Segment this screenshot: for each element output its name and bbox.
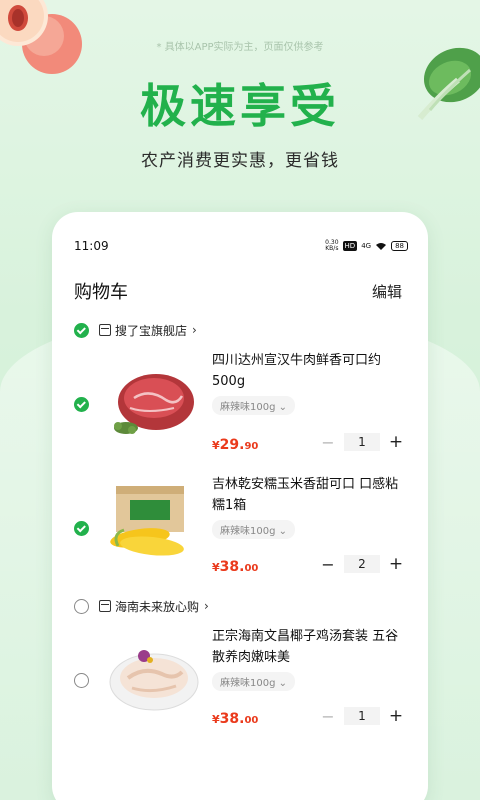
chevron-right-icon: › (204, 599, 209, 613)
item-name[interactable]: 四川达州宣汉牛肉鲜香可口约500g (212, 350, 404, 392)
shop-name: 海南未来放心购 (115, 599, 200, 614)
item-spec-selector[interactable]: 麻辣味100g ⌄ (212, 672, 296, 691)
increase-button[interactable]: + (388, 706, 404, 726)
store-icon (99, 600, 111, 612)
status-time: 11:09 (74, 239, 109, 253)
decrease-button[interactable]: − (320, 555, 336, 574)
store-icon (99, 324, 111, 336)
status-icons: 0.30 KB/s HD 4G 88 (325, 240, 408, 252)
item-name[interactable]: 吉林乾安糯玉米香甜可口 口感粘糯1箱 (212, 474, 404, 516)
price-decimal: 90 (244, 441, 259, 452)
price-integer: 29. (219, 437, 245, 453)
quantity-stepper: − 1 + (320, 706, 404, 726)
price-decimal: 00 (244, 715, 259, 726)
cart-item: 吉林乾安糯玉米香甜可口 口感粘糯1箱 麻辣味100g ⌄ ¥38.00 − 2 … (74, 474, 404, 584)
hd-badge: HD (342, 241, 358, 251)
item-spec: 麻辣味100g (220, 402, 276, 413)
shop-checkbox[interactable] (74, 322, 89, 338)
disclaimer-text: * 具体以APP实际为主，页面仅供参考 (156, 42, 324, 53)
item-name[interactable]: 正宗海南文昌椰子鸡汤套装 五谷散养肉嫩味美 (212, 626, 404, 668)
item-spec: 麻辣味100g (220, 526, 276, 537)
promo-headline: 极速享受 (140, 79, 340, 133)
quantity-value[interactable]: 1 (344, 707, 380, 725)
increase-button[interactable]: + (388, 554, 404, 574)
corn-icon[interactable] (104, 474, 200, 574)
chevron-down-icon: ⌄ (278, 678, 288, 689)
price-decimal: 00 (244, 563, 259, 574)
chevron-down-icon: ⌄ (278, 402, 288, 413)
shop-header[interactable]: 搜了宝旗舰店 › (74, 320, 197, 340)
price-currency: ¥ (212, 439, 220, 452)
quantity-stepper: − 1 + (320, 432, 404, 452)
promo-subline: 农产消费更实惠，更省钱 (141, 151, 339, 171)
shop-checkbox[interactable] (74, 598, 89, 614)
cart-header: 购物车 编辑 (74, 278, 402, 304)
edit-button[interactable]: 编辑 (372, 281, 402, 302)
decrease-button[interactable]: − (320, 433, 336, 452)
page-title: 购物车 (74, 282, 128, 303)
cart-item: 正宗海南文昌椰子鸡汤套装 五谷散养肉嫩味美 麻辣味100g ⌄ ¥38.00 −… (74, 626, 404, 736)
item-price: ¥29.90 (212, 434, 258, 453)
network-speed: 0.30 KB/s (325, 240, 338, 252)
item-spec-selector[interactable]: 麻辣味100g ⌄ (212, 520, 296, 539)
item-price: ¥38.00 (212, 556, 258, 575)
signal-icon: 4G (361, 242, 372, 250)
shop-header[interactable]: 海南未来放心购 › (74, 596, 209, 616)
item-spec-selector[interactable]: 麻辣味100g ⌄ (212, 396, 296, 415)
decrease-button[interactable]: − (320, 707, 336, 726)
price-currency: ¥ (212, 561, 220, 574)
price-currency: ¥ (212, 713, 220, 726)
item-checkbox[interactable] (74, 521, 89, 536)
chicken-icon[interactable] (104, 626, 200, 726)
item-checkbox[interactable] (74, 397, 89, 412)
quantity-stepper: − 2 + (320, 554, 404, 574)
chevron-down-icon: ⌄ (278, 526, 288, 537)
network-speed-unit: KB/s (325, 245, 339, 252)
status-bar: 11:09 0.30 KB/s HD 4G 88 (74, 238, 408, 254)
item-spec: 麻辣味100g (220, 678, 276, 689)
phone-frame: 11:09 0.30 KB/s HD 4G 88 购物车 编辑 搜了宝旗舰店 › (52, 212, 428, 800)
quantity-value[interactable]: 1 (344, 433, 380, 451)
wifi-icon (376, 242, 387, 250)
chevron-right-icon: › (192, 323, 197, 337)
item-price: ¥38.00 (212, 708, 258, 727)
beef-icon[interactable] (104, 350, 200, 450)
shop-name: 搜了宝旗舰店 (115, 323, 188, 338)
item-checkbox[interactable] (74, 673, 89, 688)
battery-icon: 88 (391, 241, 408, 251)
price-integer: 38. (219, 711, 245, 727)
increase-button[interactable]: + (388, 432, 404, 452)
cart-item: 四川达州宣汉牛肉鲜香可口约500g 麻辣味100g ⌄ ¥29.90 − 1 + (74, 350, 404, 460)
quantity-value[interactable]: 2 (344, 555, 380, 573)
price-integer: 38. (219, 559, 245, 575)
